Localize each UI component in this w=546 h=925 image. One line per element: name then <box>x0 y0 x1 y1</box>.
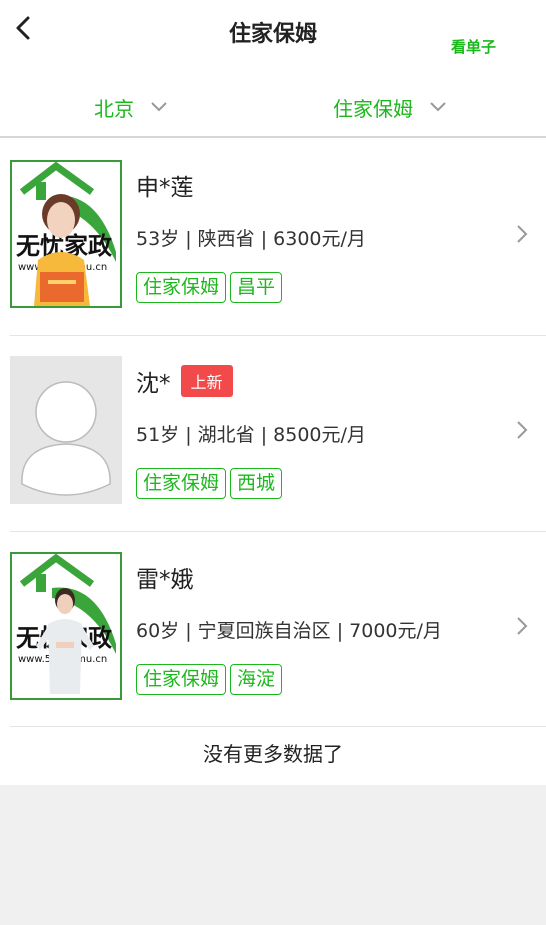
tag-service: 住家保姆 <box>136 468 227 499</box>
nanny-list: 无忧家政 www.51baomu.cn 申*莲 53岁 | 陕西省 | 6300… <box>0 140 546 727</box>
caregiver-info: 60岁 | 宁夏回族自治区 | 7000元/月 <box>136 620 442 642</box>
avatar-placeholder <box>10 356 122 504</box>
tag-list: 住家保姆 海淀 <box>136 664 283 695</box>
tag-list: 住家保姆 昌平 <box>136 272 283 303</box>
chevron-right-icon <box>517 225 528 243</box>
caregiver-info: 53岁 | 陕西省 | 6300元/月 <box>136 228 366 250</box>
new-badge: 上新 <box>180 365 233 397</box>
no-more-data-label: 没有更多数据了 <box>203 742 343 766</box>
tag-service: 住家保姆 <box>136 272 227 303</box>
list-item[interactable]: 无忧家政 www.51baomu.cn 雷*娥 60岁 | 宁夏回族自治区 | … <box>10 532 546 727</box>
name-row: 雷*娥 <box>136 560 194 594</box>
list-item[interactable]: 沈* 上新 51岁 | 湖北省 | 8500元/月 住家保姆 西城 <box>10 336 546 532</box>
caregiver-info: 51岁 | 湖北省 | 8500元/月 <box>136 424 366 446</box>
chevron-right-icon <box>517 421 528 439</box>
avatar: 无忧家政 www.51baomu.cn <box>10 160 122 308</box>
caregiver-name: 沈* <box>136 371 171 397</box>
tag-district: 海淀 <box>230 664 283 695</box>
page: 住家保姆 看单子 北京 住家保姆 无忧家政 ww <box>0 0 546 785</box>
tag-service: 住家保姆 <box>136 664 227 695</box>
caregiver-name: 申*莲 <box>136 175 194 201</box>
category-filter[interactable]: 住家保姆 <box>333 92 447 122</box>
chevron-down-icon <box>430 102 446 112</box>
city-filter[interactable]: 北京 <box>94 92 168 122</box>
tag-list: 住家保姆 西城 <box>136 468 283 499</box>
filter-bar: 北京 住家保姆 <box>0 78 546 138</box>
caregiver-name: 雷*娥 <box>136 567 194 593</box>
avatar: 无忧家政 www.51baomu.cn <box>10 552 122 700</box>
category-filter-label: 住家保姆 <box>333 96 413 121</box>
name-row: 申*莲 <box>136 168 194 202</box>
name-row: 沈* 上新 <box>136 364 233 398</box>
chevron-right-icon <box>517 617 528 635</box>
chevron-down-icon <box>151 102 167 112</box>
tag-district: 昌平 <box>230 272 283 303</box>
tag-district: 西城 <box>230 468 283 499</box>
header: 住家保姆 看单子 <box>0 0 546 62</box>
list-item[interactable]: 无忧家政 www.51baomu.cn 申*莲 53岁 | 陕西省 | 6300… <box>10 140 546 336</box>
city-filter-label: 北京 <box>94 96 134 121</box>
view-orders-link[interactable]: 看单子 <box>451 36 496 57</box>
